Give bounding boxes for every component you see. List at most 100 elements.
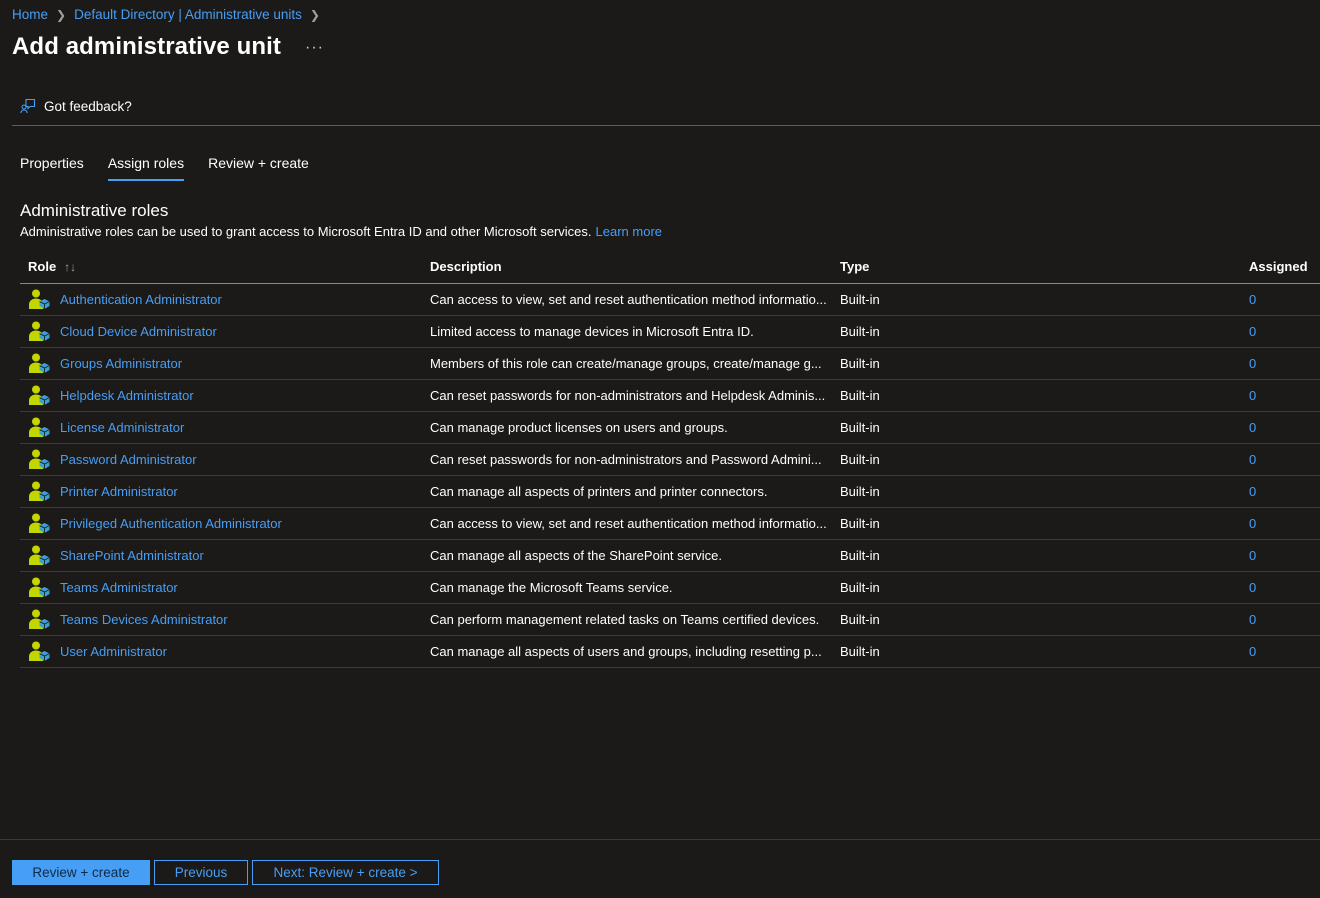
more-options-button[interactable]: ··· bbox=[305, 37, 324, 57]
description-cell: Limited access to manage devices in Micr… bbox=[430, 315, 840, 348]
assigned-count-link[interactable]: 0 bbox=[1249, 324, 1256, 339]
column-header-assigned: Assigned bbox=[1249, 250, 1320, 284]
role-name-link[interactable]: Privileged Authentication Administrator bbox=[60, 516, 290, 531]
type-cell: Built-in bbox=[840, 315, 1249, 348]
assigned-count-link[interactable]: 0 bbox=[1249, 452, 1256, 467]
learn-more-link[interactable]: Learn more bbox=[596, 224, 662, 239]
description-cell: Can manage all aspects of printers and p… bbox=[430, 475, 840, 508]
admin-role-icon bbox=[29, 449, 50, 469]
role-description: Can manage product licenses on users and… bbox=[430, 419, 728, 435]
description-cell: Can perform management related tasks on … bbox=[430, 603, 840, 636]
description-cell: Can manage product licenses on users and… bbox=[430, 411, 840, 444]
role-name-link[interactable]: Teams Devices Administrator bbox=[60, 612, 236, 627]
role-name-link[interactable]: Cloud Device Administrator bbox=[60, 324, 225, 339]
role-name-link[interactable]: Authentication Administrator bbox=[60, 292, 230, 307]
sort-icon[interactable]: ↑↓ bbox=[64, 260, 76, 274]
role-description: Can access to view, set and reset authen… bbox=[430, 291, 827, 307]
table-row: Groups Administrator Members of this role… bbox=[20, 347, 1320, 380]
table-row: Authentication Administrator Can access t… bbox=[20, 283, 1320, 316]
assigned-count-link[interactable]: 0 bbox=[1249, 292, 1256, 307]
table-row: Teams Administrator Can manage the Micros… bbox=[20, 571, 1320, 604]
assigned-cell: 0 bbox=[1249, 475, 1320, 508]
table-row: Printer Administrator Can manage all aspe… bbox=[20, 475, 1320, 508]
breadcrumb: Home ❯ Default Directory | Administrativ… bbox=[12, 7, 328, 22]
role-type: Built-in bbox=[840, 547, 880, 563]
role-cell: License Administrator bbox=[20, 411, 430, 444]
review-create-button[interactable]: Review + create bbox=[12, 860, 150, 885]
description-cell: Can manage the Microsoft Teams service. bbox=[430, 571, 840, 604]
roles-section: Administrative roles Administrative role… bbox=[20, 201, 1320, 239]
assigned-count-link[interactable]: 0 bbox=[1249, 516, 1256, 531]
assigned-count-link[interactable]: 0 bbox=[1249, 356, 1256, 371]
table-row: Privileged Authentication Administrator C… bbox=[20, 507, 1320, 540]
previous-button[interactable]: Previous bbox=[154, 860, 248, 885]
admin-role-icon bbox=[29, 545, 50, 565]
table-row: Helpdesk Administrator Can reset password… bbox=[20, 379, 1320, 412]
column-header-role[interactable]: Role ↑↓ bbox=[20, 250, 430, 284]
admin-role-icon bbox=[29, 289, 50, 309]
table-row: Password Administrator Can reset password… bbox=[20, 443, 1320, 476]
assigned-cell: 0 bbox=[1249, 603, 1320, 636]
title-row: Add administrative unit ··· bbox=[12, 33, 324, 61]
role-name-link[interactable]: Groups Administrator bbox=[60, 356, 190, 371]
admin-role-icon bbox=[29, 609, 50, 629]
column-header-description: Description bbox=[430, 250, 840, 284]
role-cell: Groups Administrator bbox=[20, 347, 430, 380]
role-name-link[interactable]: Teams Administrator bbox=[60, 580, 186, 595]
role-cell: Password Administrator bbox=[20, 443, 430, 476]
role-name-link[interactable]: License Administrator bbox=[60, 420, 192, 435]
role-type: Built-in bbox=[840, 451, 880, 467]
assigned-cell: 0 bbox=[1249, 507, 1320, 540]
role-name-link[interactable]: SharePoint Administrator bbox=[60, 548, 212, 563]
role-name-link[interactable]: Printer Administrator bbox=[60, 484, 186, 499]
next-review-create-button[interactable]: Next: Review + create > bbox=[252, 860, 439, 885]
type-cell: Built-in bbox=[840, 379, 1249, 412]
feedback-button[interactable]: Got feedback? bbox=[20, 98, 132, 114]
type-cell: Built-in bbox=[840, 635, 1249, 668]
role-name-link[interactable]: Password Administrator bbox=[60, 452, 205, 467]
role-type: Built-in bbox=[840, 643, 880, 659]
assigned-count-link[interactable]: 0 bbox=[1249, 644, 1256, 659]
role-type: Built-in bbox=[840, 355, 880, 371]
assigned-cell: 0 bbox=[1249, 571, 1320, 604]
role-description: Can manage all aspects of the SharePoint… bbox=[430, 547, 722, 563]
tab-review-create[interactable]: Review + create bbox=[208, 155, 309, 181]
role-cell: Privileged Authentication Administrator bbox=[20, 507, 430, 540]
role-name-link[interactable]: Helpdesk Administrator bbox=[60, 388, 202, 403]
role-type: Built-in bbox=[840, 483, 880, 499]
tab-assign-roles[interactable]: Assign roles bbox=[107, 155, 185, 181]
breadcrumb-directory-link[interactable]: Default Directory | Administrative units bbox=[74, 7, 302, 22]
section-description: Administrative roles can be used to gran… bbox=[20, 224, 1320, 239]
assigned-count-link[interactable]: 0 bbox=[1249, 388, 1256, 403]
admin-role-icon bbox=[29, 353, 50, 373]
assigned-count-link[interactable]: 0 bbox=[1249, 580, 1256, 595]
description-cell: Can manage all aspects of the SharePoint… bbox=[430, 539, 840, 572]
assigned-count-link[interactable]: 0 bbox=[1249, 612, 1256, 627]
role-type: Built-in bbox=[840, 387, 880, 403]
role-description: Can perform management related tasks on … bbox=[430, 611, 820, 627]
chevron-right-icon: ❯ bbox=[56, 7, 67, 22]
footer-actions: Review + create Previous Next: Review + … bbox=[0, 839, 1320, 898]
role-cell: Authentication Administrator bbox=[20, 283, 430, 316]
role-cell: Printer Administrator bbox=[20, 475, 430, 508]
feedback-label: Got feedback? bbox=[44, 98, 132, 114]
breadcrumb-home-link[interactable]: Home bbox=[12, 7, 48, 22]
role-name-link[interactable]: User Administrator bbox=[60, 644, 175, 659]
assigned-count-link[interactable]: 0 bbox=[1249, 420, 1256, 435]
assigned-cell: 0 bbox=[1249, 635, 1320, 668]
admin-role-icon bbox=[29, 481, 50, 501]
assigned-count-link[interactable]: 0 bbox=[1249, 548, 1256, 563]
admin-role-icon bbox=[29, 641, 50, 661]
role-description: Can manage the Microsoft Teams service. bbox=[430, 579, 673, 595]
chevron-right-icon: ❯ bbox=[309, 7, 320, 22]
table-row: Teams Devices Administrator Can perform m… bbox=[20, 603, 1320, 636]
description-cell: Can reset passwords for non-administrato… bbox=[430, 379, 840, 412]
role-description: Can access to view, set and reset authen… bbox=[430, 515, 827, 531]
role-type: Built-in bbox=[840, 419, 880, 435]
table-row: Cloud Device Administrator Limited access… bbox=[20, 315, 1320, 348]
role-cell: Teams Administrator bbox=[20, 571, 430, 604]
tab-properties[interactable]: Properties bbox=[20, 155, 84, 181]
command-bar: Got feedback? bbox=[12, 92, 1320, 126]
assigned-count-link[interactable]: 0 bbox=[1249, 484, 1256, 499]
table-row: User Administrator Can manage all aspects… bbox=[20, 635, 1320, 668]
